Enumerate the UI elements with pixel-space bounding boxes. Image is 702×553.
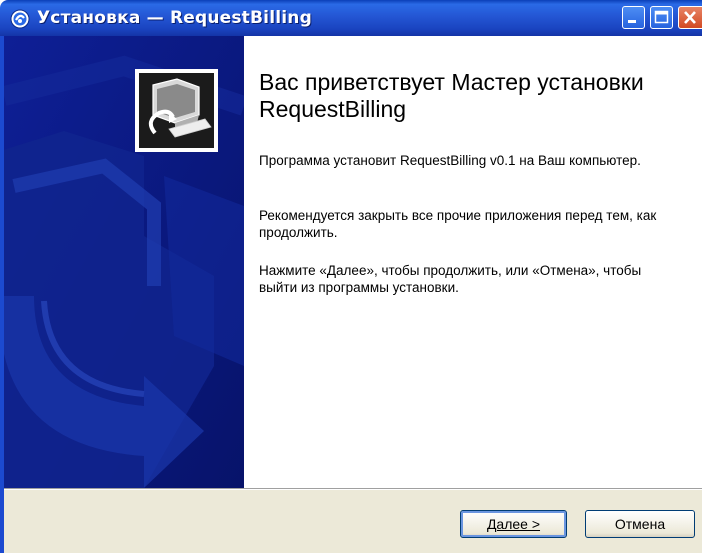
- installer-logo: [135, 69, 218, 152]
- welcome-text-install: Программа установит RequestBilling v0.1 …: [259, 153, 641, 168]
- minimize-button[interactable]: [622, 6, 645, 29]
- minimize-icon: [628, 20, 636, 23]
- title-bar[interactable]: Установка — RequestBilling: [0, 0, 702, 36]
- maximize-icon: [654, 10, 669, 24]
- window-title: Установка — RequestBilling: [37, 8, 312, 28]
- close-button[interactable]: [678, 6, 702, 29]
- welcome-title: Вас приветствует Мастер установки Reques…: [259, 69, 644, 122]
- welcome-text-close-apps: Рекомендуется закрыть все прочие приложе…: [259, 208, 657, 240]
- maximize-button[interactable]: [650, 6, 673, 29]
- installer-app-icon: [10, 9, 30, 29]
- cancel-button[interactable]: Отмена: [585, 510, 695, 538]
- wizard-side-panel: [4, 36, 244, 488]
- next-button-label: Далее >: [486, 516, 541, 532]
- next-button[interactable]: Далее >: [460, 510, 567, 538]
- computer-install-icon: [148, 78, 212, 138]
- close-icon: [684, 11, 696, 24]
- welcome-text-instructions: Нажмите «Далее», чтобы продолжить, или «…: [259, 263, 642, 295]
